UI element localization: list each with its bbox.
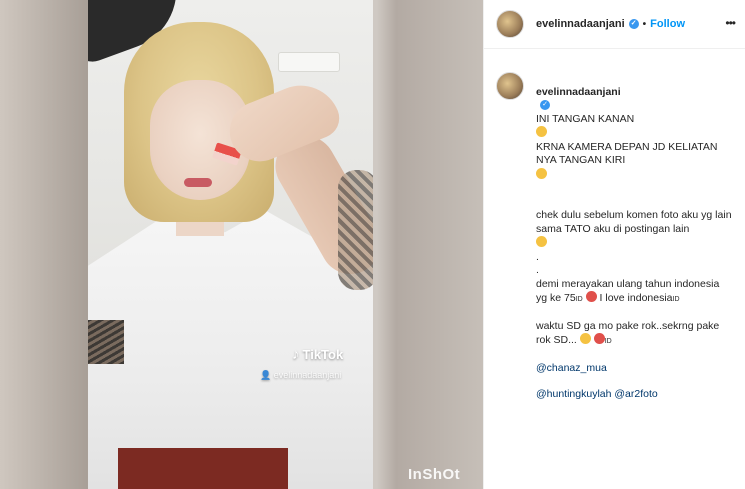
tiktok-username-text: evelinnadaanjani: [273, 370, 342, 380]
tiktok-username: 👤 evelinnadaanjani: [260, 370, 341, 381]
header-separator: •: [642, 19, 647, 30]
caption-paragraph-2: demi merayakan ulang tahun indonesia yg …: [536, 278, 733, 307]
post-media[interactable]: ♪ TikTok 👤 evelinnadaanjani InShOt: [0, 0, 483, 489]
caption-paragraph-1: evelinnadaanjani ✓ INI TANGAN KANAN KRNA…: [536, 72, 733, 251]
caption-line-2: KRNA KAMERA DEPAN JD KELIATAN NYA TANGAN…: [536, 140, 718, 167]
post-side-panel: evelinnadaanjani ✓ • Follow ••• evelinnadaa…: [483, 0, 745, 489]
mention-link[interactable]: @ar2foto: [614, 388, 657, 400]
air-conditioner: [278, 52, 340, 72]
emoji-icon: [536, 236, 547, 247]
caption-line-4-end: I love indonesia: [599, 292, 673, 304]
header-username[interactable]: evelinnadaanjani: [536, 18, 625, 30]
emoji-icon: [593, 333, 605, 344]
header-user-block: evelinnadaanjani ✓ • Follow: [536, 18, 685, 30]
video-frame[interactable]: ♪ TikTok 👤 evelinnadaanjani: [88, 0, 373, 489]
follow-button[interactable]: Follow: [650, 18, 685, 30]
avatar[interactable]: [496, 10, 524, 38]
caption-paragraph-3: waktu SD ga mo pake rok..sekrng pake rok…: [536, 320, 733, 349]
caption-line-4-end-suffix: ID: [672, 296, 680, 303]
caption-body: evelinnadaanjani ✓ INI TANGAN KANAN KRNA…: [536, 72, 733, 402]
caption-line-5: waktu SD ga mo pake rok..sekrng pake rok…: [536, 319, 720, 347]
red-skirt: [118, 448, 288, 489]
caption: evelinnadaanjani ✓ INI TANGAN KANAN KRNA…: [484, 49, 745, 402]
caption-mention-line-1: @chanaz_mua: [536, 362, 733, 376]
caption-dot-1: .: [536, 250, 539, 263]
caption-line-3: chek dulu sebelum komen foto aku yg lain…: [536, 209, 732, 235]
emoji-icon: [579, 333, 591, 344]
more-options-icon[interactable]: •••: [725, 16, 736, 30]
tiktok-logo-icon: ♪: [292, 346, 300, 363]
emoji-icon: [536, 126, 547, 137]
caption-mention-line-2: @huntingkuylah @ar2foto: [536, 388, 733, 402]
post-header: evelinnadaanjani ✓ • Follow •••: [484, 0, 745, 49]
caption-username[interactable]: evelinnadaanjani: [536, 86, 621, 98]
mention-link[interactable]: @huntingkuylah: [536, 388, 611, 400]
emoji-icon: [536, 167, 547, 179]
caption-line-5-suffix: ID: [604, 338, 612, 345]
tiktok-watermark: ♪ TikTok: [292, 346, 343, 363]
verified-badge-icon: ✓: [628, 19, 639, 30]
arm-tattoo: [88, 320, 124, 364]
caption-dot-2: .: [536, 264, 539, 276]
tiktok-label: TikTok: [302, 347, 344, 362]
forearm-tattoo: [338, 170, 373, 290]
caption-line-1: INI TANGAN KANAN: [536, 112, 635, 125]
inshot-watermark: InShOt: [408, 466, 461, 483]
user-icon: 👤: [260, 370, 272, 380]
caption-line-4-suffix: ID: [575, 296, 583, 303]
emoji-icon: [585, 291, 597, 302]
caption-avatar[interactable]: [496, 72, 524, 100]
mention-link[interactable]: @chanaz_mua: [536, 362, 607, 374]
verified-badge-icon: ✓: [540, 100, 550, 111]
lips: [184, 178, 212, 187]
